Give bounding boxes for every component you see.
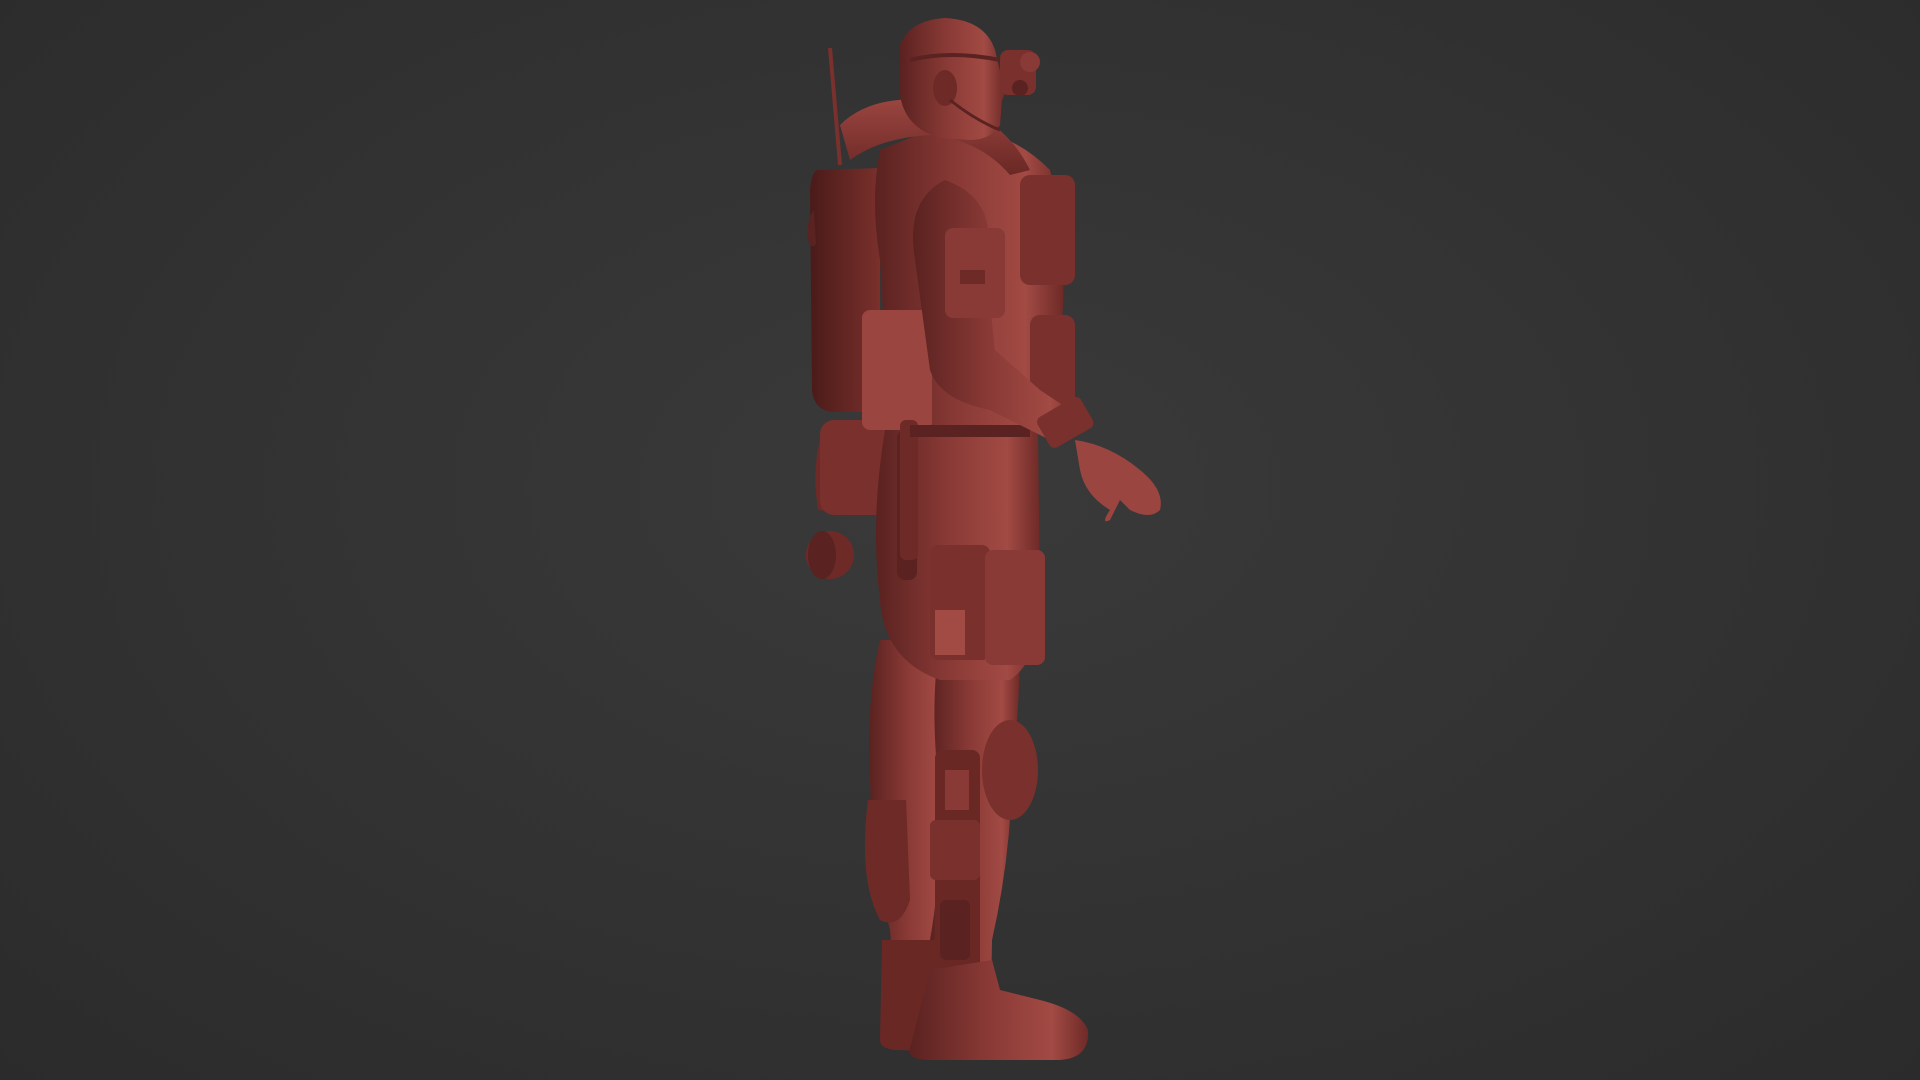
head	[900, 18, 1040, 140]
3d-viewport[interactable]	[0, 0, 1920, 1080]
antenna	[828, 47, 842, 166]
legs	[864, 640, 1089, 1060]
soldier-model[interactable]	[0, 0, 1920, 1080]
